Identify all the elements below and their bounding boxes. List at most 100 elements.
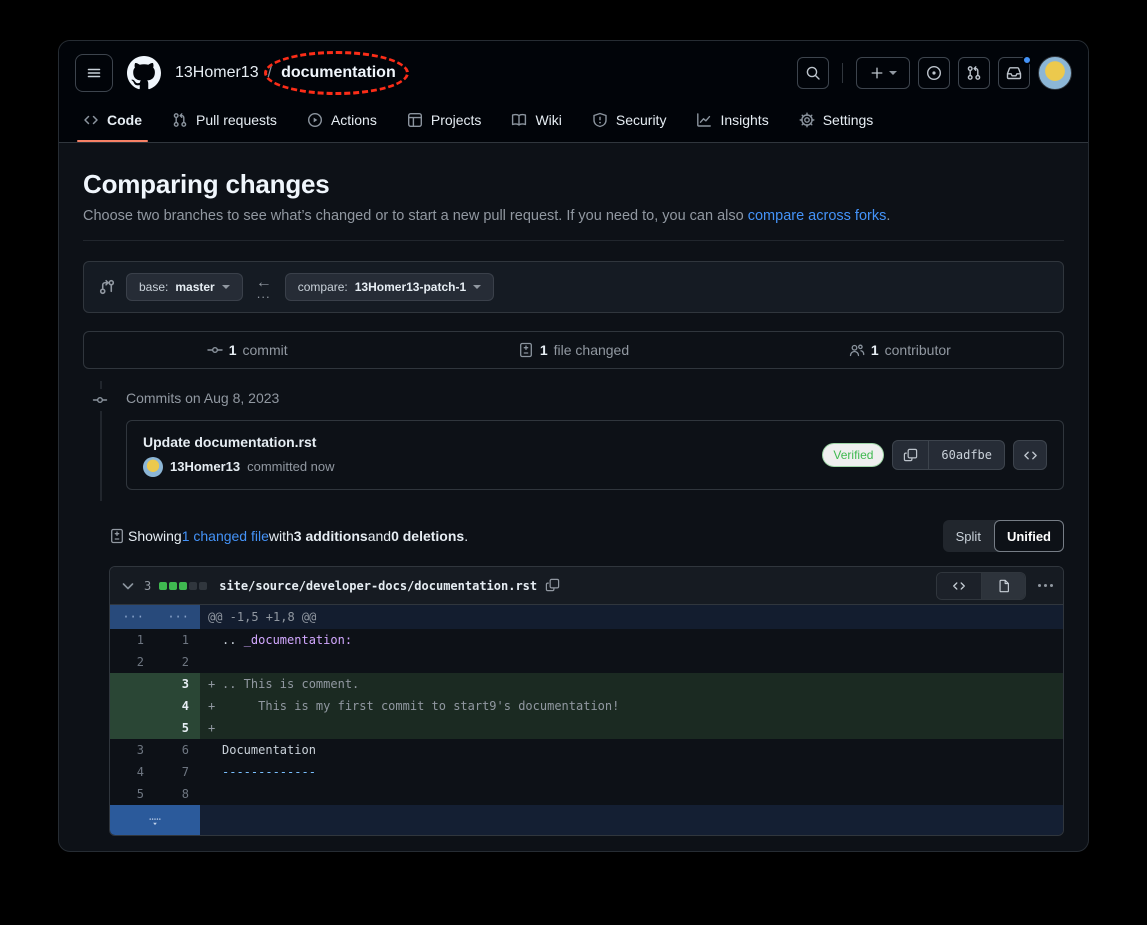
issue-opened-icon xyxy=(926,65,942,81)
diff-table: ··· ··· @@ -1,5 +1,8 @@ 1 1 .. _document… xyxy=(110,605,1063,835)
base-branch-select[interactable]: base: master xyxy=(126,273,243,301)
commit-author-avatar[interactable] xyxy=(143,457,163,477)
base-value: master xyxy=(175,280,214,294)
diff-file-header: 3 site/source/developer-docs/documentati… xyxy=(110,567,1063,605)
range-dots: ... xyxy=(257,290,271,298)
commit-sha[interactable]: 60adfbe xyxy=(929,441,1004,469)
diff-line-context: 2 2 xyxy=(110,651,1063,673)
copy-icon xyxy=(903,448,918,463)
hunk-gutter-old[interactable]: ··· xyxy=(110,605,155,629)
breadcrumb-separator: / xyxy=(268,64,272,82)
file-diff-icon xyxy=(109,528,125,544)
plus-sign: + xyxy=(208,717,222,739)
stat-commits[interactable]: 1 commit xyxy=(84,342,410,358)
base-label: base: xyxy=(139,280,168,294)
issues-button[interactable] xyxy=(918,57,950,89)
breadcrumb-repo[interactable]: documentation xyxy=(281,64,396,81)
plus-sign: + xyxy=(208,673,222,695)
hamburger-menu-button[interactable] xyxy=(75,54,113,92)
hunk-expander-row xyxy=(110,805,1063,835)
tab-settings[interactable]: Settings xyxy=(791,102,882,142)
chevron-down-icon xyxy=(889,71,897,75)
collapse-file-chevron[interactable] xyxy=(120,578,136,594)
notification-dot xyxy=(1022,55,1032,65)
split-view-button[interactable]: Split xyxy=(943,520,994,552)
file-path[interactable]: site/source/developer-docs/documentation… xyxy=(219,579,537,593)
breadcrumb-owner[interactable]: 13Homer13 xyxy=(175,64,259,82)
tab-security[interactable]: Security xyxy=(584,102,675,142)
verified-badge[interactable]: Verified xyxy=(822,443,884,467)
page-title: Comparing changes xyxy=(83,169,1064,200)
tab-label: Insights xyxy=(720,112,768,128)
diff-line-context: 1 1 .. _documentation: xyxy=(110,629,1063,651)
commits-date-heading: Commits on Aug 8, 2023 xyxy=(126,387,1064,406)
plus-sign: + xyxy=(208,695,222,717)
subtitle-text: Choose two branches to see what’s change… xyxy=(83,208,748,224)
tab-code[interactable]: Code xyxy=(75,102,150,142)
global-header: 13Homer13 / documentation xyxy=(59,41,1088,143)
github-logo-icon[interactable] xyxy=(127,56,161,90)
create-new-button[interactable] xyxy=(856,57,910,89)
tab-insights[interactable]: Insights xyxy=(688,102,776,142)
tab-label: Code xyxy=(107,112,142,128)
file-diff-card: 3 site/source/developer-docs/documentati… xyxy=(109,566,1064,836)
tab-pull-requests[interactable]: Pull requests xyxy=(164,102,285,142)
compare-branch-select[interactable]: compare: 13Homer13-patch-1 xyxy=(285,273,494,301)
browse-code-button[interactable] xyxy=(1013,440,1047,470)
tab-projects[interactable]: Projects xyxy=(399,102,490,142)
git-pull-request-icon xyxy=(966,65,982,81)
commit-icon xyxy=(207,342,223,358)
changes-count: 3 xyxy=(144,579,151,593)
expand-down-button[interactable] xyxy=(110,805,200,835)
commit-action: committed now xyxy=(247,459,334,474)
rendered-view-button[interactable] xyxy=(981,573,1025,599)
repo-nav: Code Pull requests Actions Projects Wiki… xyxy=(75,102,1072,142)
play-circle-icon xyxy=(307,112,323,128)
search-button[interactable] xyxy=(797,57,829,89)
diff-stats-bar: 1 commit 1 file changed 1 contributor xyxy=(83,331,1064,369)
diff-view-toggle: Split Unified xyxy=(943,520,1064,552)
tab-label: Wiki xyxy=(535,112,561,128)
tab-label: Actions xyxy=(331,112,377,128)
diff-line-addition: 5 + xyxy=(110,717,1063,739)
tab-label: Security xyxy=(616,112,667,128)
stat-files-changed[interactable]: 1 file changed xyxy=(410,342,736,358)
diff-line-context: 3 6 Documentation xyxy=(110,739,1063,761)
changed-file-link[interactable]: 1 changed file xyxy=(182,528,269,544)
commit-icon xyxy=(91,389,109,411)
page-subtitle: Choose two branches to see what’s change… xyxy=(83,208,1064,224)
compare-across-forks-link[interactable]: compare across forks xyxy=(748,208,887,224)
avatar[interactable] xyxy=(1038,56,1072,90)
commits-timeline: Commits on Aug 8, 2023 Update documentat… xyxy=(83,387,1064,490)
source-rendered-toggle xyxy=(936,572,1026,600)
source-view-button[interactable] xyxy=(937,573,981,599)
tab-label: Projects xyxy=(431,112,482,128)
unified-view-button[interactable]: Unified xyxy=(994,520,1064,552)
deletions-count: 0 deletions xyxy=(391,528,464,544)
file-diff-icon xyxy=(518,342,534,358)
file-options-kebab[interactable] xyxy=(1038,584,1053,587)
commit-sha-group: 60adfbe xyxy=(892,440,1005,470)
stat-contributors[interactable]: 1 contributor xyxy=(737,342,1063,358)
code-icon xyxy=(83,112,99,128)
divider xyxy=(83,240,1064,241)
chevron-down-icon xyxy=(473,285,481,289)
tab-actions[interactable]: Actions xyxy=(299,102,385,142)
graph-icon xyxy=(696,112,712,128)
copy-path-button[interactable] xyxy=(545,578,560,593)
hunk-gutter-new[interactable]: ··· xyxy=(155,605,200,629)
hamburger-icon xyxy=(86,65,102,81)
commit-author[interactable]: 13Homer13 xyxy=(170,459,240,474)
tab-wiki[interactable]: Wiki xyxy=(503,102,569,142)
diff-line-addition: 4 + This is my first commit to start9's … xyxy=(110,695,1063,717)
shield-icon xyxy=(592,112,608,128)
branch-compare-bar: base: master ← ... compare: 13Homer13-pa… xyxy=(83,261,1064,313)
pull-requests-button[interactable] xyxy=(958,57,990,89)
copy-sha-button[interactable] xyxy=(893,441,929,469)
compare-direction: ← ... xyxy=(256,276,272,298)
inbox-button[interactable] xyxy=(998,57,1030,89)
commit-title[interactable]: Update documentation.rst xyxy=(143,434,335,450)
plus-icon xyxy=(870,66,884,80)
code-icon xyxy=(1023,448,1038,463)
hunk-header-row: ··· ··· @@ -1,5 +1,8 @@ xyxy=(110,605,1063,629)
